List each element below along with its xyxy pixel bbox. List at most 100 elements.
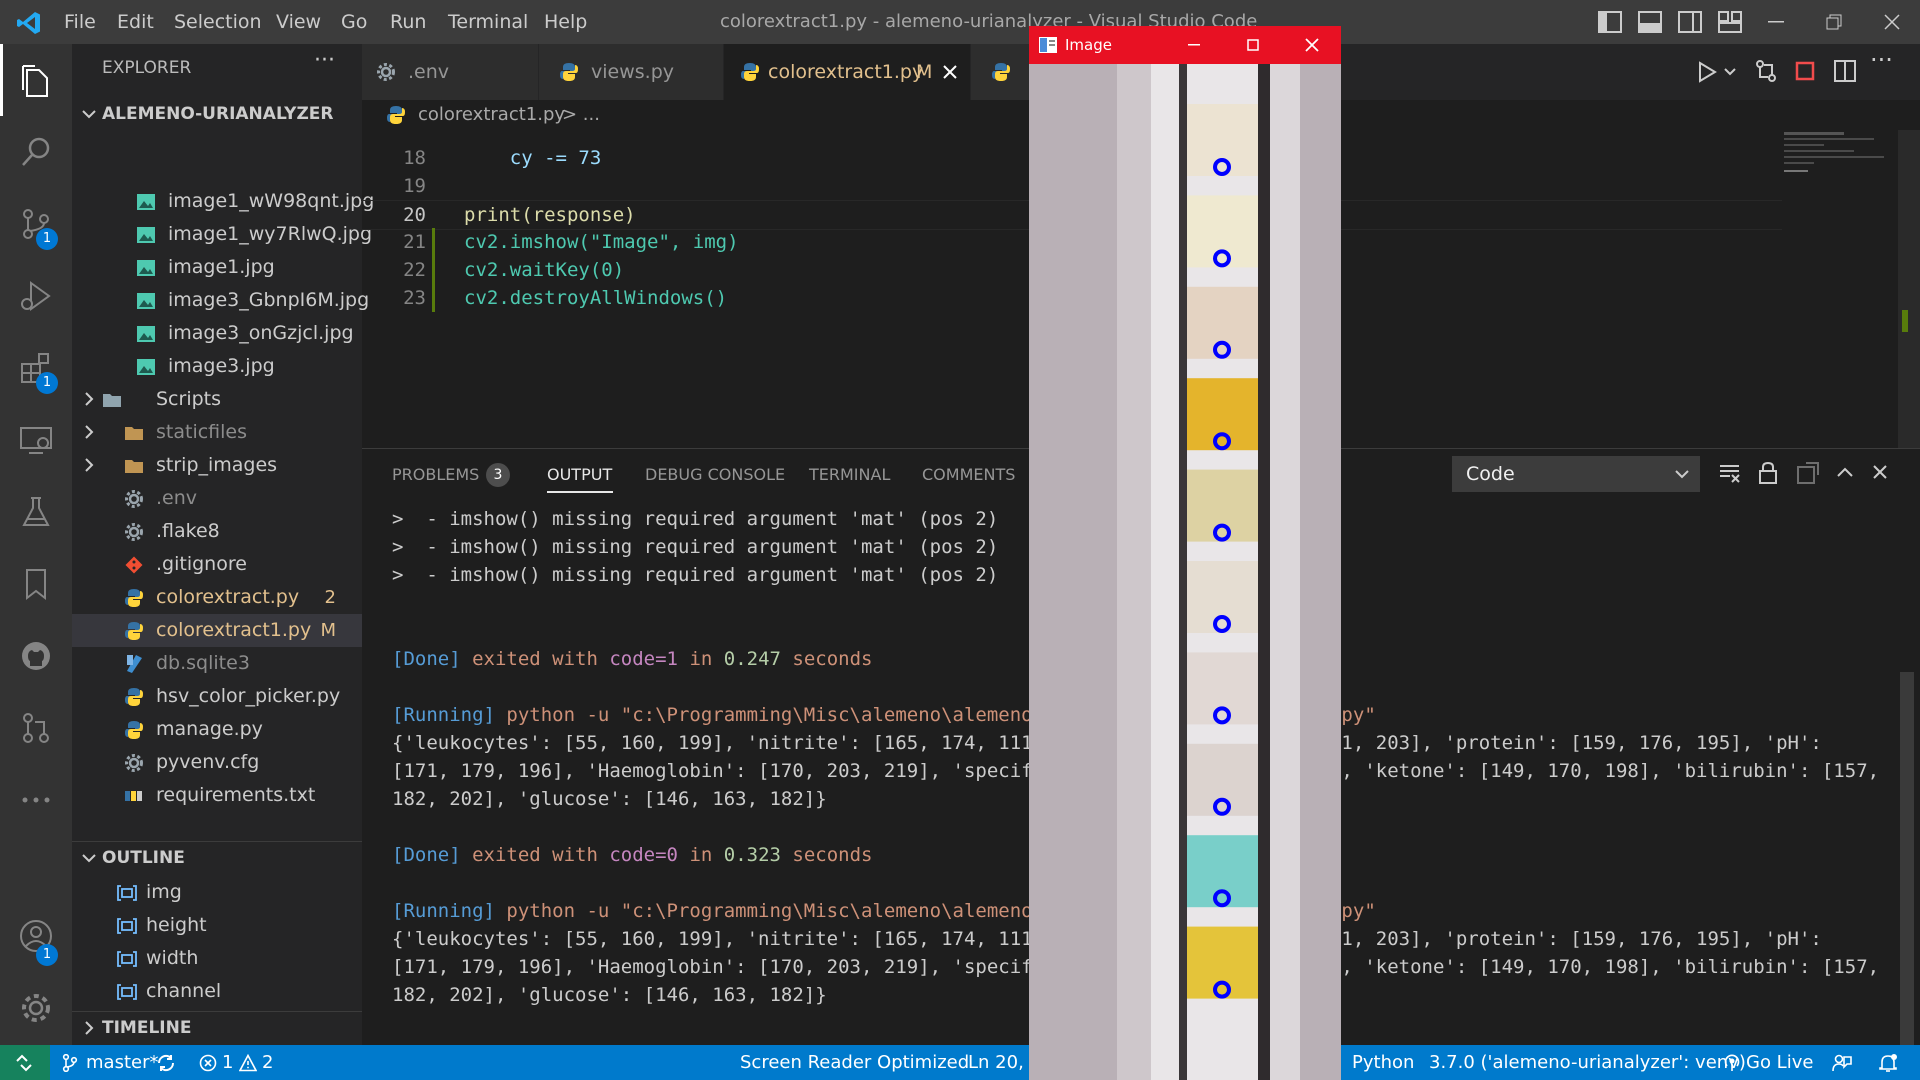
toggle-secondary-sidebar-icon[interactable] [1678, 11, 1702, 33]
file-item[interactable]: .gitignore [72, 548, 362, 581]
run-python-icon[interactable] [1697, 61, 1717, 83]
tab-views[interactable]: views.py [539, 44, 724, 100]
remote-indicator[interactable] [0, 1045, 50, 1080]
notifications-bell-icon[interactable] [1878, 1053, 1898, 1073]
folder-item[interactable]: strip_images [72, 449, 362, 482]
outline-item[interactable]: channel [72, 975, 362, 1008]
tab-colorextract1-active[interactable]: colorextract1.py M [724, 44, 971, 100]
outline-label: height [146, 914, 207, 936]
tab-problems[interactable]: PROBLEMS [392, 449, 479, 501]
tab-env[interactable]: .env [362, 44, 539, 100]
explorer-more-button[interactable]: ··· [314, 48, 335, 73]
feedback-icon[interactable] [1832, 1053, 1852, 1073]
manage-gear-icon[interactable] [0, 978, 72, 1038]
tab-output[interactable]: OUTPUT [547, 449, 612, 501]
file-item[interactable]: pyvenv.cfg [72, 746, 362, 779]
maximize-panel-icon[interactable] [1836, 465, 1854, 479]
timeline-header[interactable]: TIMELINE [72, 1011, 362, 1045]
minimize-icon[interactable] [1768, 21, 1784, 23]
image-window[interactable]: Image [1029, 26, 1341, 1080]
tab-terminal[interactable]: TERMINAL [809, 449, 890, 501]
warning-count[interactable]: 2 [262, 1045, 273, 1080]
file-item[interactable]: colorextract.py 2 [72, 581, 362, 614]
project-folder-header[interactable]: ALEMENO-URIANALYZER [72, 98, 362, 131]
branch-name[interactable]: master* [86, 1045, 158, 1080]
file-item[interactable]: hsv_color_picker.py [72, 680, 362, 713]
testing-icon[interactable] [0, 482, 72, 542]
menu-view[interactable]: View [276, 0, 321, 44]
tab-comments[interactable]: COMMENTS [922, 449, 1015, 501]
tab-close-icon[interactable] [942, 64, 958, 80]
tab-overflow[interactable] [971, 44, 1030, 100]
menu-run[interactable]: Run [390, 0, 426, 44]
breadcrumb-file[interactable]: colorextract1.py [418, 100, 565, 130]
file-item[interactable]: image1_wW98qnt.jpg [72, 185, 374, 218]
menu-file[interactable]: File [64, 0, 96, 44]
outline-header[interactable]: OUTLINE [72, 842, 362, 875]
file-item[interactable]: image1_wy7RlwQ.jpg [72, 218, 372, 251]
file-item[interactable]: db.sqlite3 [72, 647, 362, 680]
pull-requests-icon[interactable] [0, 698, 72, 758]
image-window-titlebar[interactable]: Image [1029, 26, 1341, 64]
search-icon[interactable] [0, 122, 72, 182]
bookmarks-icon[interactable] [0, 554, 72, 614]
accounts-icon[interactable]: 1 [0, 906, 72, 966]
remote-explorer-icon[interactable] [0, 410, 72, 470]
file-item[interactable]: .flake8 [72, 515, 362, 548]
restore-icon[interactable] [1826, 14, 1842, 30]
more-views-icon[interactable] [0, 770, 72, 830]
folder-item[interactable]: Scripts [72, 383, 362, 416]
maximize-icon[interactable] [1247, 39, 1259, 51]
explorer-icon[interactable] [0, 50, 72, 110]
python-interpreter[interactable]: 3.7.0 ('alemeno-urianalyzer': venv) [1429, 1045, 1746, 1080]
sync-icon[interactable] [156, 1054, 176, 1072]
python-file-icon [386, 105, 406, 125]
go-live-button[interactable]: Go Live [1746, 1045, 1813, 1080]
close-icon[interactable] [1884, 14, 1900, 30]
menu-edit[interactable]: Edit [117, 0, 154, 44]
file-item[interactable]: image3.jpg [72, 350, 362, 383]
file-item-selected[interactable]: colorextract1.py M [72, 614, 362, 647]
menu-terminal[interactable]: Terminal [448, 0, 528, 44]
github-icon[interactable] [0, 626, 72, 686]
close-icon[interactable] [1305, 38, 1319, 52]
file-item[interactable]: requirements.txt [72, 779, 362, 812]
tab-debug-console[interactable]: DEBUG CONSOLE [645, 449, 785, 501]
menu-help[interactable]: Help [544, 0, 587, 44]
output-channel-select[interactable]: Code [1452, 456, 1700, 492]
file-item[interactable]: .env [72, 482, 362, 515]
editor-scrollbar[interactable] [1898, 130, 1920, 448]
error-count[interactable]: 1 [222, 1045, 233, 1080]
minimize-icon[interactable] [1188, 44, 1200, 46]
output-scrollbar[interactable] [1900, 672, 1914, 1045]
outline-item[interactable]: img [72, 876, 362, 909]
lock-scroll-icon[interactable] [1758, 461, 1778, 485]
minimap[interactable] [1780, 130, 1900, 448]
menu-go[interactable]: Go [341, 0, 367, 44]
language-mode[interactable]: Python [1352, 1045, 1414, 1080]
close-panel-icon[interactable] [1872, 464, 1888, 480]
breadcrumb-symbol[interactable]: > ... [562, 100, 600, 130]
split-editor-icon[interactable] [1834, 60, 1856, 82]
file-item[interactable]: image3_onGzjcl.jpg [72, 317, 362, 350]
clear-output-icon[interactable] [1719, 463, 1741, 483]
menu-selection[interactable]: Selection [174, 0, 262, 44]
toggle-sidebar-icon[interactable] [1598, 11, 1622, 33]
file-item[interactable]: image3_GbnpI6M.jpg [72, 284, 369, 317]
extensions-icon[interactable]: 1 [0, 338, 72, 398]
open-in-editor-icon[interactable] [1797, 462, 1819, 484]
outline-item[interactable]: height [72, 909, 362, 942]
outline-item[interactable]: width [72, 942, 362, 975]
file-item[interactable]: manage.py [72, 713, 362, 746]
folder-item[interactable]: staticfiles [72, 416, 362, 449]
customize-layout-icon[interactable] [1718, 11, 1742, 33]
compare-changes-icon[interactable] [1754, 59, 1778, 83]
screen-reader-mode[interactable]: Screen Reader Optimized [740, 1045, 969, 1080]
toggle-panel-icon[interactable] [1638, 11, 1662, 33]
stop-code-run-icon[interactable] [1795, 61, 1815, 81]
file-item[interactable]: image1.jpg [72, 251, 362, 284]
editor-more-button[interactable]: ··· [1870, 46, 1893, 74]
chevron-down-icon[interactable] [1723, 66, 1737, 78]
source-control-icon[interactable]: 1 [0, 194, 72, 254]
run-debug-icon[interactable] [0, 266, 72, 326]
